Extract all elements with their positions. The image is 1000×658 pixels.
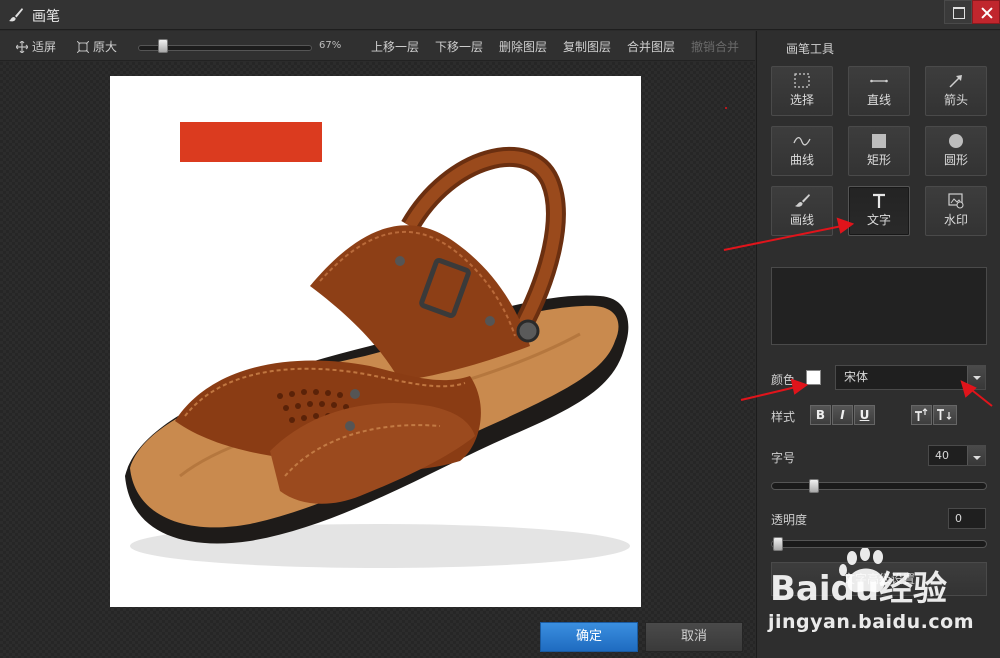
toolbar: 适屏 原大 67% 上移一层 下移一层 删除图层 复制图层 合并图层 撤销合并 — [0, 31, 755, 61]
circle-icon — [949, 134, 963, 148]
tool-label: 文字 — [866, 213, 891, 227]
font-size-select[interactable]: 40 — [928, 445, 986, 466]
tool-curve-button[interactable]: 曲线 — [771, 126, 833, 176]
opacity-input[interactable]: 0 — [948, 508, 986, 529]
opacity-slider-track[interactable] — [771, 540, 987, 548]
close-button[interactable] — [972, 0, 1000, 24]
confirm-button[interactable]: 确定 — [540, 622, 638, 652]
tool-line-button[interactable]: 直线 — [848, 66, 910, 116]
subscript-button[interactable] — [933, 405, 957, 425]
curve-icon — [793, 136, 811, 146]
tool-label: 画线 — [789, 213, 814, 227]
style-label: 样式 — [771, 410, 796, 424]
superscript-icon — [915, 408, 928, 421]
tool-brush-button[interactable]: 画线 — [771, 186, 833, 236]
rectangle-icon — [872, 134, 886, 148]
font-size-slider-thumb[interactable] — [809, 479, 819, 493]
cancel-button[interactable]: 取消 — [645, 622, 743, 652]
select-icon — [794, 73, 810, 88]
panel-title: 画笔工具 — [786, 42, 835, 56]
color-swatch[interactable] — [806, 370, 821, 385]
merge-layers-button[interactable]: 合并图层 — [627, 38, 675, 55]
chevron-down-icon[interactable] — [967, 366, 985, 389]
original-size-icon — [77, 41, 89, 53]
move-down-layer-button[interactable]: 下移一层 — [435, 38, 483, 55]
font-size-slider-track[interactable] — [771, 482, 987, 490]
opacity-label: 透明度 — [771, 513, 808, 527]
tool-label: 水印 — [943, 213, 968, 227]
tool-label: 曲线 — [789, 153, 814, 167]
fit-screen-label: 适屏 — [32, 40, 57, 54]
brush-icon — [9, 8, 23, 22]
italic-button[interactable]: I — [832, 405, 853, 425]
tool-label: 矩形 — [866, 153, 891, 167]
superscript-button[interactable] — [911, 405, 932, 425]
tool-arrow-button[interactable]: 箭头 — [925, 66, 987, 116]
watermark-url: jingyan.baidu.com — [768, 611, 974, 633]
tool-circle-button[interactable]: 圆形 — [925, 126, 987, 176]
tool-select-button[interactable]: 选择 — [771, 66, 833, 116]
text-icon — [873, 193, 885, 208]
font-family-value: 宋体 — [844, 370, 869, 384]
bold-button[interactable]: B — [810, 405, 831, 425]
zoom-value: 67% — [319, 40, 342, 51]
sandal-image — [125, 147, 630, 568]
title-bar: 画笔 — [0, 0, 1000, 30]
delete-layer-button[interactable]: 删除图层 — [499, 38, 547, 55]
watermark-icon — [948, 193, 964, 209]
copy-layer-button[interactable]: 复制图层 — [563, 38, 611, 55]
color-label: 颜色 — [771, 373, 796, 387]
subscript-icon — [937, 409, 952, 420]
text-input-area[interactable] — [771, 267, 987, 345]
tool-text-button[interactable]: 文字 — [848, 186, 910, 236]
image-canvas[interactable] — [110, 76, 641, 607]
window-title: 画笔 — [32, 9, 60, 25]
brush-icon — [795, 194, 810, 207]
maximize-button[interactable] — [944, 0, 972, 24]
line-icon — [870, 79, 888, 83]
tool-label: 选择 — [789, 93, 814, 107]
tool-label: 圆形 — [943, 153, 968, 167]
font-family-select[interactable]: 宋体 — [835, 365, 986, 390]
original-size-button[interactable]: 原大 — [77, 38, 117, 55]
chevron-down-icon[interactable] — [967, 446, 985, 465]
canvas-area[interactable]: 确定 取消 — [0, 62, 755, 658]
fit-screen-icon — [16, 41, 28, 53]
original-size-label: 原大 — [93, 40, 118, 54]
fit-screen-button[interactable]: 适屏 — [16, 38, 56, 55]
zoom-slider-thumb[interactable] — [158, 39, 169, 53]
tool-watermark-button[interactable]: 水印 — [925, 186, 987, 236]
tool-rectangle-button[interactable]: 矩形 — [848, 126, 910, 176]
tool-label: 箭头 — [943, 93, 968, 107]
move-up-layer-button[interactable]: 上移一层 — [371, 38, 419, 55]
underline-button[interactable]: U — [854, 405, 875, 425]
undo-merge-button: 撤销合并 — [691, 40, 740, 54]
tool-label: 直线 — [866, 93, 891, 107]
font-size-label: 字号 — [771, 451, 796, 465]
arrow-icon — [949, 75, 962, 88]
font-size-value: 40 — [935, 449, 949, 462]
baidu-brand-text: Baidu经验 — [770, 569, 947, 609]
